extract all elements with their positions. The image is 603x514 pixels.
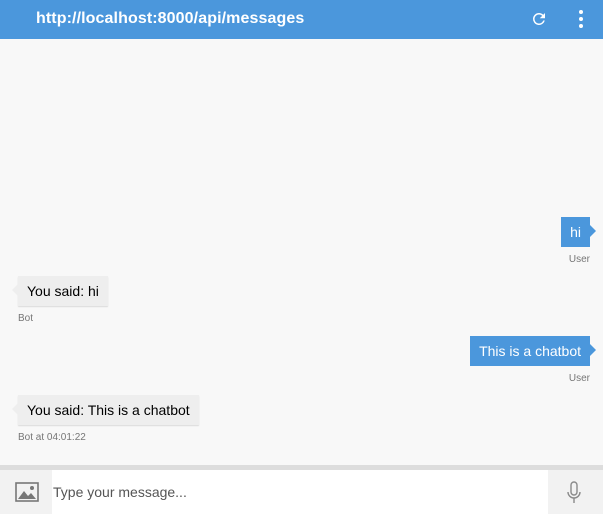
image-icon [15,482,39,502]
user-message: This is a chatbot User [470,336,596,384]
refresh-button[interactable] [527,7,551,31]
microphone-icon [567,481,581,503]
chat-window: http://localhost:8000/api/messages hi Us… [0,0,603,514]
message-sender: User [568,254,590,265]
message-composer [0,470,603,514]
user-bubble: This is a chatbot [470,336,596,366]
message-timestamp: Bot at 04:01:22 [18,432,86,443]
upload-image-button[interactable] [0,470,52,514]
user-message: hi User [561,217,596,265]
bot-bubble: You said: hi [12,276,108,306]
bot-message: You said: hi Bot [12,276,108,324]
bot-message: You said: This is a chatbot Bot at 04:01… [12,395,199,443]
chat-header: http://localhost:8000/api/messages [0,0,603,39]
bot-bubble: You said: This is a chatbot [12,395,199,425]
message-input[interactable] [52,470,546,514]
message-sender: User [568,373,590,384]
more-options-button[interactable] [569,7,593,31]
message-sender: Bot [18,313,34,324]
chat-title: http://localhost:8000/api/messages [36,10,305,27]
refresh-icon [532,12,545,25]
more-vertical-icon [579,10,583,28]
message-list[interactable]: hi User You said: hi Bot This is a chatb… [0,39,603,465]
microphone-button[interactable] [548,470,603,514]
user-bubble: hi [561,217,596,247]
